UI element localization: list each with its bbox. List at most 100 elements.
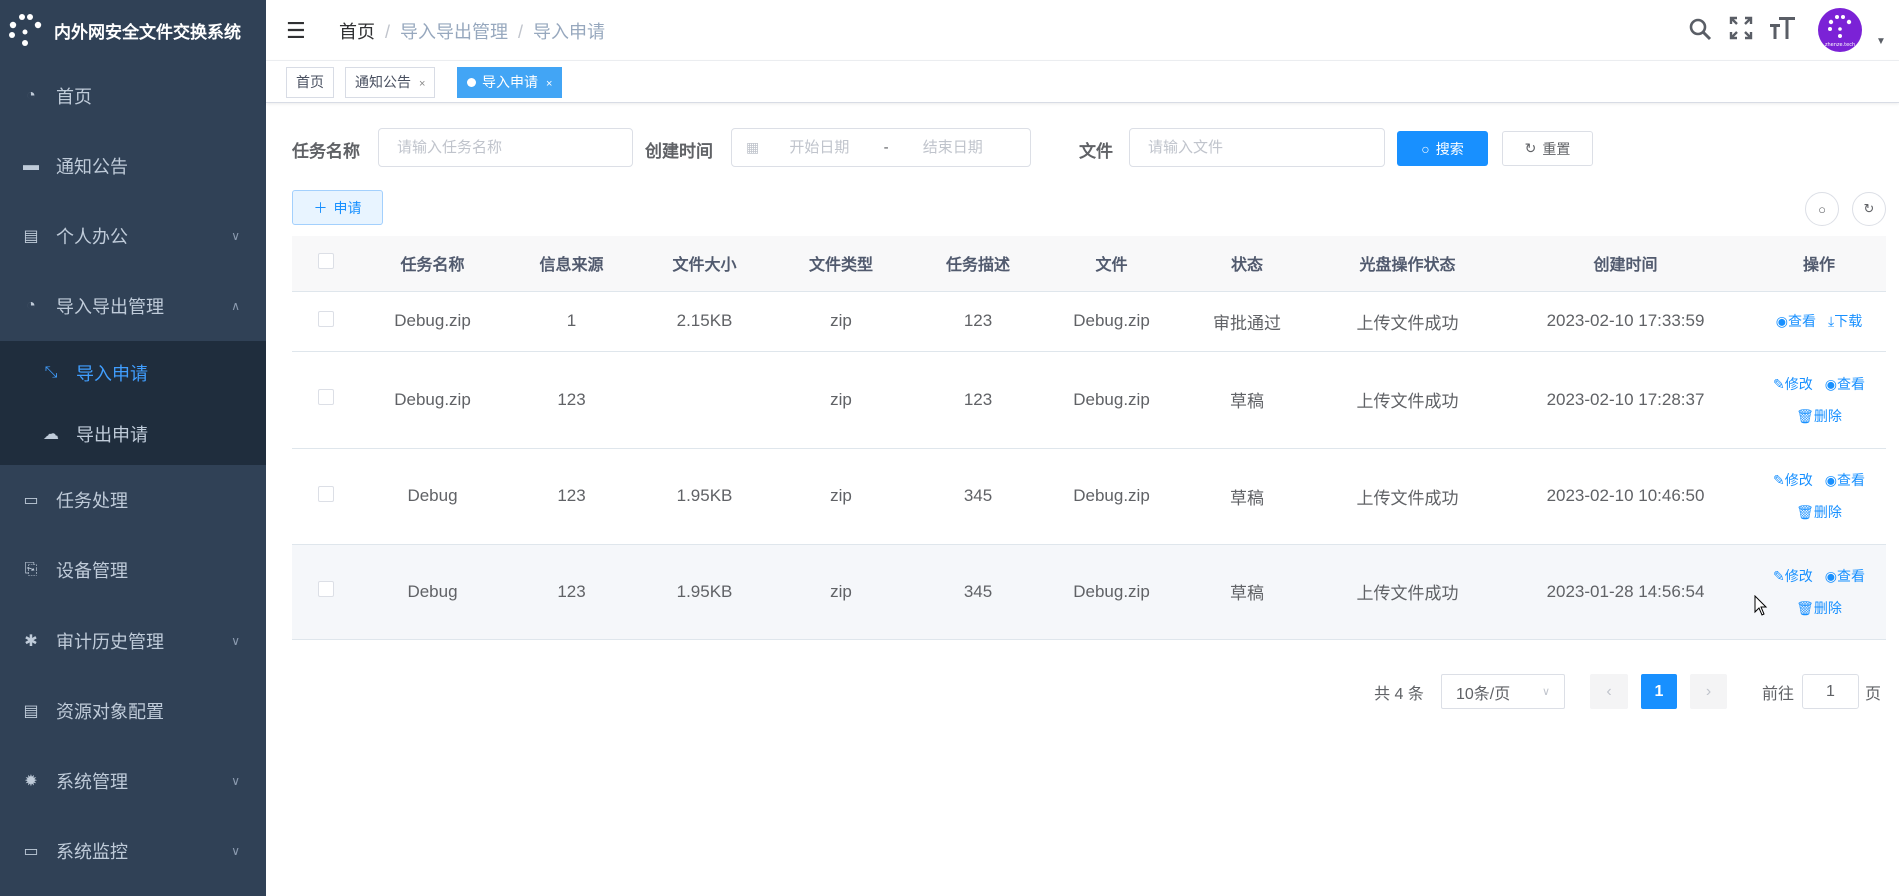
table-cell: 上传文件成功 <box>1316 291 1499 352</box>
select-all-checkbox[interactable] <box>292 236 360 292</box>
import-apply-table: 任务名称 信息来源 文件大小 文件类型 任务描述 文件 状态 光盘操作状态 创建时间 操作 Deb… <box>292 236 1886 640</box>
fullscreen-icon[interactable] <box>1729 16 1753 40</box>
next-page-button[interactable]: › <box>1690 674 1727 709</box>
table-cell: 上传文件成功 <box>1316 448 1499 545</box>
action-1[interactable]: ◉查看 <box>1825 568 1865 584</box>
navbar: ☰ 首页 / 导入导出管理 / 导入申请 zhenze.tech ▼ <box>266 0 1899 61</box>
sidebar-item-label: 首页 <box>56 87 92 107</box>
toggle-search-button[interactable]: ○ <box>1805 192 1839 226</box>
action-0[interactable]: ✎修改 <box>1773 472 1813 488</box>
action-0[interactable]: ◉查看 <box>1776 313 1816 329</box>
search-button-label: 搜索 <box>1435 140 1464 157</box>
end-date-input[interactable]: 结束日期 <box>923 139 983 156</box>
action-0[interactable]: ✎修改 <box>1773 376 1813 392</box>
close-icon[interactable]: × <box>546 78 552 90</box>
add-apply-button[interactable]: ＋ 申请 <box>292 190 383 225</box>
avatar[interactable]: zhenze.tech <box>1818 8 1862 52</box>
sidebar-item-5[interactable]: ☁ 导出申请 <box>0 403 266 465</box>
actions-cell: ✎修改 ◉查看 🗑删除 <box>1752 448 1886 545</box>
monitor-icon: ▭ <box>23 843 39 860</box>
row-checkbox[interactable] <box>292 351 360 449</box>
action-0[interactable]: ✎修改 <box>1773 568 1813 584</box>
bug-icon: ✱ <box>24 633 38 650</box>
search-icon[interactable] <box>1688 16 1712 42</box>
sidebar-item-10[interactable]: ✹ 系统管理 ∨ <box>0 746 266 816</box>
svg-text:zhenze.tech: zhenze.tech <box>1825 42 1855 48</box>
pagination-total: 共 4 条 <box>1374 685 1424 703</box>
gear-icon: ✹ <box>24 773 38 790</box>
sidebar-item-label: 通知公告 <box>56 157 128 177</box>
sidebar-item-11[interactable]: ▭ 系统监控 ∨ <box>0 816 266 886</box>
page-size-select[interactable]: 10条/页 ∨ <box>1441 674 1565 709</box>
reset-button[interactable]: ↻ 重置 <box>1502 131 1593 166</box>
table-cell: 123 <box>911 291 1045 352</box>
create-time-label: 创建时间 <box>645 142 713 161</box>
sidebar-item-3[interactable]: ◔ 导入导出管理 ∧ <box>0 271 266 341</box>
table-cell: 2.15KB <box>638 291 771 352</box>
tag-home[interactable]: 首页 <box>286 67 334 98</box>
table-cell: zip <box>771 544 911 640</box>
sidebar-item-1[interactable]: ▬ 通知公告 <box>0 131 266 201</box>
chevron-up-icon: ∧ <box>231 299 240 313</box>
action-label: 修改 <box>1784 472 1813 488</box>
sidebar-item-7[interactable]: ⎘ 设备管理 <box>0 535 266 605</box>
action-2[interactable]: 🗑删除 <box>1796 504 1842 520</box>
row-checkbox[interactable] <box>292 544 360 640</box>
column-header: 文件类型 <box>771 236 911 292</box>
avatar-logo: zhenze.tech <box>1825 15 1855 48</box>
goto-page-input[interactable]: 1 <box>1802 674 1859 709</box>
sidebar-item-8[interactable]: ✱ 审计历史管理 ∨ <box>0 606 266 676</box>
tag-import-apply[interactable]: 导入申请 × <box>457 67 563 98</box>
table-cell: 1.95KB <box>638 448 771 545</box>
table-cell: zip <box>771 448 911 545</box>
row-checkbox[interactable] <box>292 291 360 352</box>
table-cell: zip <box>771 351 911 449</box>
sidebar-item-label: 设备管理 <box>56 561 128 581</box>
chevron-down-icon: ∨ <box>231 844 240 858</box>
table-cell: 345 <box>911 448 1045 545</box>
search-icon: ○ <box>1421 140 1430 157</box>
search-icon: ○ <box>1818 201 1826 217</box>
monitor-icon: ▭ <box>23 492 39 509</box>
column-header: 创建时间 <box>1499 236 1752 292</box>
sidebar-item-4[interactable]: ⤡ 导入申请 <box>0 342 266 404</box>
file-input[interactable]: 请输入文件 <box>1129 128 1385 167</box>
action-1[interactable]: ⤓下载 <box>1828 313 1862 329</box>
active-dot-icon <box>467 78 476 87</box>
action-label: 删除 <box>1813 504 1842 520</box>
sidebar-item-6[interactable]: ▭ 任务处理 <box>0 465 266 535</box>
sidebar-item-9[interactable]: ▤ 资源对象配置 <box>0 676 266 746</box>
breadcrumb-item[interactable]: 首页 <box>339 22 375 42</box>
prev-page-button[interactable]: ‹ <box>1590 674 1628 709</box>
sidebar-item-0[interactable]: ◔ 首页 <box>0 61 266 131</box>
chevron-down-icon: ∨ <box>231 774 240 788</box>
search-button[interactable]: ○ 搜索 <box>1397 131 1488 166</box>
action-2[interactable]: 🗑删除 <box>1796 408 1842 424</box>
tag-notice[interactable]: 通知公告 × <box>345 67 436 98</box>
action-label: 删除 <box>1813 407 1842 424</box>
task-name-input[interactable]: 请输入任务名称 <box>378 128 633 167</box>
action-1[interactable]: ◉查看 <box>1825 472 1865 488</box>
action-label: 修改 <box>1784 375 1813 392</box>
close-icon[interactable]: × <box>419 78 425 90</box>
action-icon: 🗑 <box>1796 407 1814 424</box>
action-2[interactable]: 🗑删除 <box>1796 600 1842 616</box>
column-header: 状态 <box>1178 236 1316 292</box>
caret-down-icon[interactable]: ▼ <box>1876 36 1886 47</box>
dashboard-icon: ◔ <box>26 297 36 314</box>
cloud-upload-icon: ☁ <box>43 426 59 443</box>
table-cell: 1 <box>505 291 638 352</box>
font-size-icon[interactable] <box>1769 16 1795 40</box>
start-date-input[interactable]: 开始日期 <box>789 139 849 156</box>
add-button-label: 申请 <box>333 199 362 216</box>
sidebar-item-2[interactable]: ▤ 个人办公 ∨ <box>0 201 266 271</box>
refresh-button[interactable]: ↻ <box>1852 192 1886 226</box>
action-label: 修改 <box>1784 567 1813 584</box>
calendar-icon: ▦ <box>746 139 760 155</box>
hamburger-icon[interactable]: ☰ <box>286 18 306 44</box>
action-1[interactable]: ◉查看 <box>1825 376 1865 392</box>
table-cell: Debug.zip <box>1045 291 1178 352</box>
date-range-picker[interactable]: ▦ 开始日期 - 结束日期 <box>731 128 1031 167</box>
page-1-button[interactable]: 1 <box>1641 674 1677 709</box>
row-checkbox[interactable] <box>292 448 360 545</box>
